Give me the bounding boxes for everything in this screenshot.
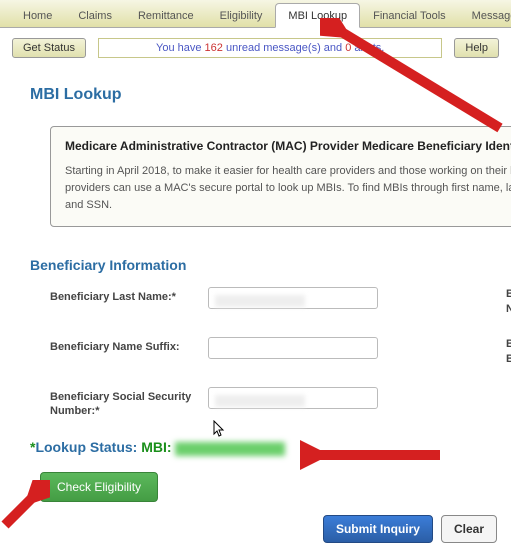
action-bar: Get Status You have 162 unread message(s… (0, 28, 511, 68)
redacted-ssn (215, 395, 305, 407)
input-suffix[interactable] (208, 337, 378, 359)
page-title: MBI Lookup (30, 86, 511, 104)
alert-prefix: You have (156, 42, 205, 54)
tab-eligibility[interactable]: Eligibility (207, 3, 276, 27)
tab-financial-tools[interactable]: Financial Tools (360, 3, 459, 27)
lookup-label: Lookup Status: (35, 439, 141, 455)
lookup-mbi-label: MBI: (141, 439, 175, 455)
bottom-actions: Submit Inquiry Clear (323, 515, 497, 543)
label-first-name: Beneficiary Name:* (506, 287, 511, 317)
tab-messages[interactable]: Messages (459, 3, 511, 27)
submit-inquiry-button[interactable]: Submit Inquiry (323, 515, 433, 543)
row-suffix: Beneficiary Name Suffix: Beneficiary Bir… (50, 337, 511, 367)
lookup-status-line: *Lookup Status: MBI: (30, 439, 511, 455)
check-eligibility-button[interactable]: Check Eligibility (40, 472, 158, 502)
redacted-mbi-value (175, 442, 285, 456)
tab-claims[interactable]: Claims (65, 3, 125, 27)
tab-home[interactable]: Home (10, 3, 65, 27)
info-panel-title: Medicare Administrative Contractor (MAC)… (65, 139, 511, 153)
clear-button[interactable]: Clear (441, 515, 497, 543)
row-ssn: Beneficiary Social Security Number:* (50, 387, 511, 420)
unread-count: 162 (205, 42, 223, 54)
alert-message: You have 162 unread message(s) and 0 ale… (98, 38, 442, 58)
info-panel-body: Starting in April 2018, to make it easie… (65, 163, 511, 214)
help-button[interactable]: Help (454, 38, 499, 58)
redacted-last-name (215, 295, 305, 307)
get-status-button[interactable]: Get Status (12, 38, 86, 58)
tab-mbi-lookup[interactable]: MBI Lookup (275, 3, 360, 28)
alert-mid: unread message(s) and (223, 42, 345, 54)
label-ssn: Beneficiary Social Security Number:* (50, 387, 200, 420)
tab-remittance[interactable]: Remittance (125, 3, 207, 27)
main-tabs: Home Claims Remittance Eligibility MBI L… (0, 0, 511, 28)
label-suffix: Beneficiary Name Suffix: (50, 337, 200, 355)
label-birth: Beneficiary Birth:* (506, 337, 511, 367)
mouse-cursor-icon (213, 420, 227, 441)
beneficiary-form: Beneficiary Last Name:* Beneficiary Name… (50, 287, 511, 419)
alert-suffix: alerts. (351, 42, 384, 54)
section-beneficiary-info: Beneficiary Information (30, 257, 511, 273)
row-last-name: Beneficiary Last Name:* Beneficiary Name… (50, 287, 511, 317)
info-panel: Medicare Administrative Contractor (MAC)… (50, 126, 511, 227)
label-last-name: Beneficiary Last Name:* (50, 287, 200, 305)
